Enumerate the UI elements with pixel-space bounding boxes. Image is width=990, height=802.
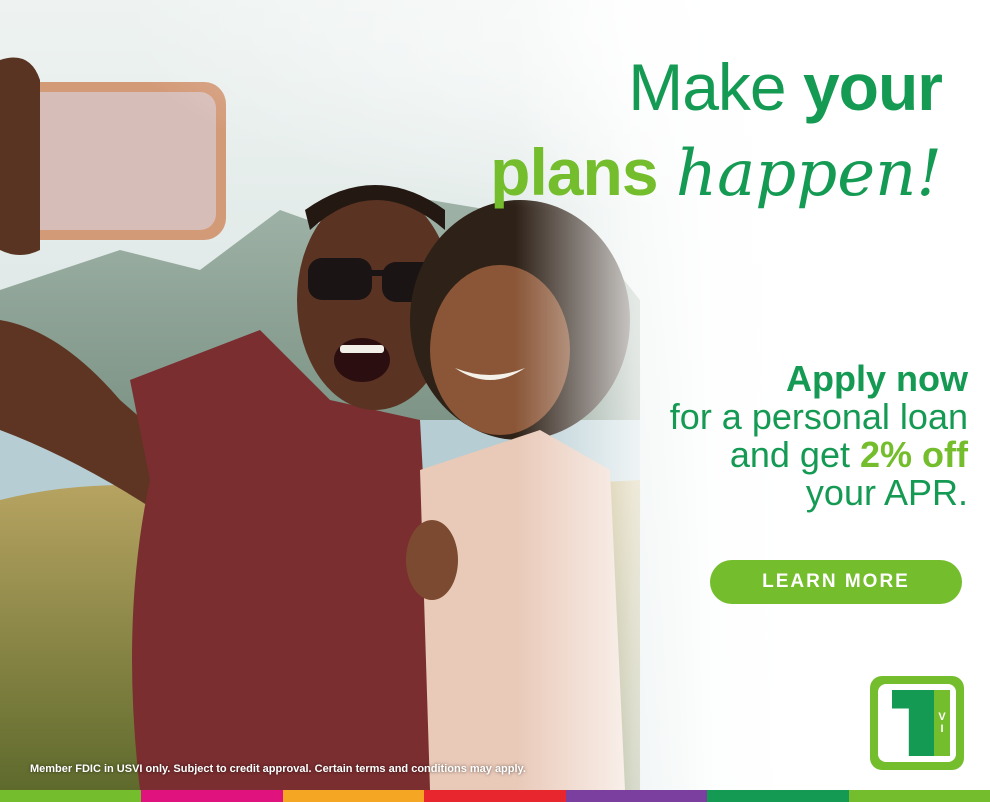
offer-line-3: and get 2% off (670, 436, 968, 474)
offer-apply-now: Apply now (786, 358, 968, 399)
color-stripe-bar (0, 790, 990, 802)
stripe-3 (282, 790, 425, 802)
headline-line-2: plans happen! (490, 132, 942, 214)
bank-logo[interactable]: V I (870, 676, 964, 770)
offer-line-2: for a personal loan (669, 396, 968, 437)
stripe-5 (565, 790, 708, 802)
disclaimer-text: Member FDIC in USVI only. Subject to cre… (30, 763, 526, 775)
headline-happen: happen! (675, 137, 942, 211)
headline-line-1: Make your (490, 50, 943, 124)
logo-frame: V I (878, 684, 956, 762)
stripe-6 (707, 790, 849, 802)
headline-plans: plans (490, 135, 658, 209)
stripe-4 (424, 790, 566, 802)
logo-letter-i: I (940, 723, 944, 735)
loan-ad-banner[interactable]: Make your plans happen! Apply now for a … (0, 0, 990, 802)
logo-vi-text: V I (934, 690, 950, 756)
headline: Make your plans happen! (490, 50, 943, 214)
stripe-2 (141, 790, 283, 802)
logo-letter-v: V (938, 711, 946, 723)
offer-discount: 2% off (860, 434, 968, 475)
offer-line-3-prefix: and get (729, 434, 850, 475)
offer-line-4: your APR. (805, 472, 968, 513)
stripe-1 (0, 790, 142, 802)
headline-your: your (802, 50, 943, 124)
learn-more-button[interactable]: LEARN MORE (710, 560, 962, 604)
logo-one-icon (892, 690, 934, 756)
headline-make: Make (628, 50, 786, 124)
stripe-7 (848, 790, 990, 802)
offer-text: Apply now for a personal loan and get 2%… (670, 360, 968, 512)
